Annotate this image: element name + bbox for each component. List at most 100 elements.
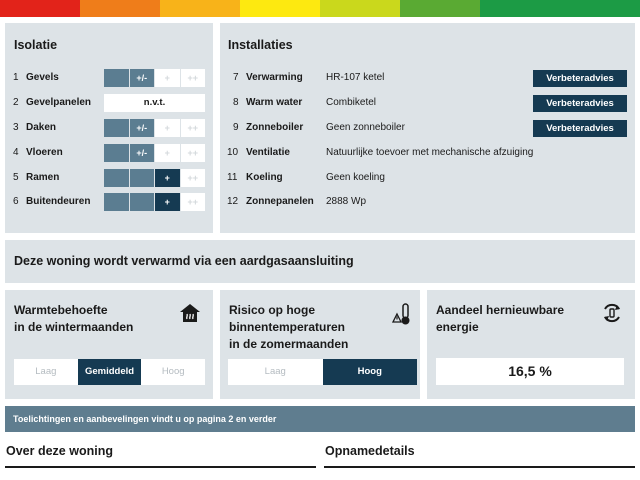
not-applicable-value: n.v.t.	[104, 94, 205, 112]
row-number: 2	[13, 97, 19, 108]
row-number: 8	[233, 97, 239, 108]
card-title-line: Aandeel hernieuwbare	[436, 303, 565, 317]
row-label: Koeling	[246, 172, 283, 183]
section-divider	[324, 466, 635, 468]
row-value: Natuurlijke toevoer met mechanische afzu…	[326, 147, 534, 158]
rating-segment	[129, 169, 154, 187]
rating-segment	[104, 193, 129, 211]
aandeel-card: Aandeel hernieuwbare energie 16,5 %	[427, 290, 635, 399]
installatie-row-verwarming: 7 Verwarming HR-107 ketel Verbeteradvies	[220, 69, 635, 87]
rating-bar: + ++	[104, 169, 205, 187]
warmtebehoefte-card: Warmtebehoefte in de wintermaanden Laag …	[5, 290, 213, 399]
row-number: 3	[13, 122, 19, 133]
row-number: 10	[227, 147, 239, 158]
installatie-row-koeling: 11 Koeling Geen koeling	[220, 169, 635, 187]
isolatie-panel: Isolatie 1 Gevels +/- + ++ 2 Gevelpanele…	[5, 23, 213, 233]
energy-label-band	[0, 0, 640, 17]
rating-segment: +/-	[129, 144, 154, 162]
rating-segment	[104, 119, 129, 137]
row-value: Geen koeling	[326, 172, 385, 183]
row-label: Zonneboiler	[246, 122, 304, 133]
rating-bar: + ++	[104, 193, 205, 211]
installaties-panel: Installaties 7 Verwarming HR-107 ketel V…	[220, 23, 635, 233]
level-gemiddeld: Gemiddeld	[77, 359, 142, 385]
over-deze-woning-title: Over deze woning	[6, 444, 113, 458]
opnamedetails-title: Opnamedetails	[325, 444, 415, 458]
row-number: 4	[13, 147, 19, 158]
isolatie-row-buitendeuren: 6 Buitendeuren + ++	[5, 193, 213, 211]
installatie-row-zonnepanelen: 12 Zonnepanelen 2888 Wp	[220, 193, 635, 211]
renewable-recycle-icon	[604, 303, 620, 323]
row-value: HR-107 ketel	[326, 72, 385, 83]
rating-bar: +/- + ++	[104, 144, 205, 162]
rating-segment: +/-	[129, 119, 154, 137]
rating-segment: +	[155, 169, 180, 187]
isolatie-title: Isolatie	[14, 38, 58, 52]
row-label: Verwarming	[246, 72, 303, 83]
isolatie-row-gevelpanelen: 2 Gevelpanelen n.v.t.	[5, 94, 213, 112]
row-number: 11	[227, 172, 238, 183]
row-label: Ventilatie	[246, 147, 290, 158]
rating-segment	[104, 169, 129, 187]
rating-segment: +/-	[129, 69, 154, 87]
thermometer-warning-icon	[392, 303, 410, 325]
band-segment-a	[0, 0, 80, 17]
row-number: 6	[13, 196, 19, 207]
rating-segment	[104, 144, 129, 162]
row-label: Gevels	[26, 72, 59, 83]
verbeteradvies-button[interactable]: Verbeteradvies	[533, 95, 627, 112]
band-segment-d	[240, 0, 320, 17]
level-laag: Laag	[14, 359, 78, 385]
rating-segment: ++	[180, 69, 205, 87]
rating-bar: +/- + ++	[104, 119, 205, 137]
explanation-banner: Toelichtingen en aanbevelingen vindt u o…	[5, 406, 635, 432]
rating-segment: +	[155, 144, 180, 162]
level-hoog: Hoog	[141, 359, 206, 385]
row-label: Daken	[26, 122, 57, 133]
rating-segment: +	[155, 69, 180, 87]
row-value: 2888 Wp	[326, 196, 367, 207]
row-label: Gevelpanelen	[26, 97, 92, 108]
band-segment-c	[160, 0, 240, 17]
row-number: 5	[13, 172, 19, 183]
rating-bar: +/- + ++	[104, 69, 205, 87]
card-title-line: in de zomermaanden	[229, 337, 349, 351]
level-laag: Laag	[228, 359, 323, 385]
band-segment-g	[480, 0, 560, 17]
row-label: Buitendeuren	[26, 196, 91, 207]
verbeteradvies-button[interactable]: Verbeteradvies	[533, 120, 627, 137]
row-number: 9	[233, 122, 239, 133]
rating-segment: +	[155, 193, 180, 211]
level-hoog: Hoog	[322, 359, 417, 385]
rating-segment: +	[155, 119, 180, 137]
band-segment-f	[400, 0, 480, 17]
rating-segment	[104, 69, 129, 87]
isolatie-row-vloeren: 4 Vloeren +/- + ++	[5, 144, 213, 162]
row-label: Ramen	[26, 172, 60, 183]
band-segment-e	[320, 0, 400, 17]
renewable-share-value: 16,5 %	[508, 363, 552, 379]
heating-text: Deze woning wordt verwarmd via een aardg…	[14, 254, 354, 268]
warmtebehoefte-scale: Laag Gemiddeld Hoog	[14, 359, 206, 385]
installatie-row-zonneboiler: 9 Zonneboiler Geen zonneboiler Verbetera…	[220, 119, 635, 137]
card-title-line: Warmtebehoefte	[14, 303, 108, 317]
row-number: 1	[13, 72, 19, 83]
row-number: 12	[227, 196, 239, 207]
band-segment-h	[560, 0, 640, 17]
rating-segment: ++	[180, 169, 205, 187]
verbeteradvies-button[interactable]: Verbeteradvies	[533, 70, 627, 87]
row-label: Vloeren	[26, 147, 63, 158]
risico-card: Risico op hoge binnentemperaturen in de …	[220, 290, 420, 399]
row-number: 7	[233, 72, 239, 83]
installaties-title: Installaties	[228, 38, 293, 52]
rating-segment: ++	[180, 119, 205, 137]
isolatie-row-gevels: 1 Gevels +/- + ++	[5, 69, 213, 87]
rating-segment: ++	[180, 144, 205, 162]
row-label: Zonnepanelen	[246, 196, 314, 207]
row-label: Warm water	[246, 97, 303, 108]
installatie-row-warm-water: 8 Warm water Combiketel Verbeteradvies	[220, 94, 635, 112]
risico-scale: Laag Hoog	[228, 359, 417, 385]
card-title-line: in de wintermaanden	[14, 320, 134, 334]
rating-segment: ++	[180, 193, 205, 211]
card-title-line: energie	[436, 320, 479, 334]
